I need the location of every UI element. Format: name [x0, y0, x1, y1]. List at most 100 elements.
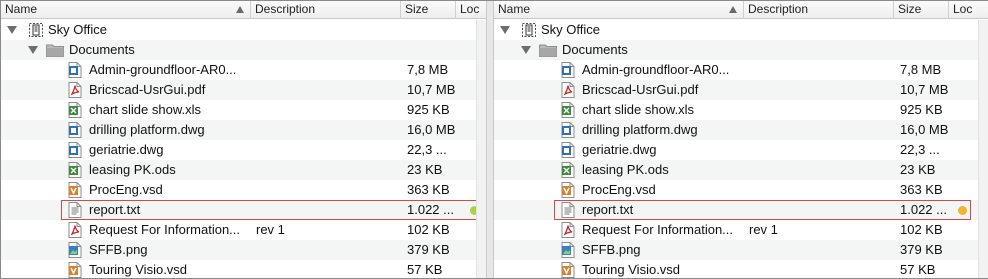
server-icon	[28, 22, 44, 38]
file-size: 22,3 ...	[900, 142, 940, 157]
file-row[interactable]: Request For Information... rev 1 102 KB	[494, 220, 988, 240]
tree-row-folder[interactable]: Documents	[1, 40, 486, 60]
column-header-name[interactable]: Name	[494, 1, 744, 19]
file-row[interactable]: leasing PK.ods 23 KB	[494, 160, 988, 180]
file-size: 102 KB	[900, 222, 943, 237]
disclosure-triangle-icon[interactable]	[500, 26, 510, 34]
file-description	[749, 180, 889, 200]
right-pane[interactable]: Name Description Size Loc Sky Office Docu…	[494, 1, 988, 278]
dwg-file-icon	[561, 122, 575, 138]
tree-row-server[interactable]: Sky Office	[1, 20, 486, 40]
pdf-file-icon	[561, 222, 575, 238]
file-description	[256, 160, 396, 180]
pane-splitter[interactable]	[486, 1, 494, 278]
visio-file-icon	[68, 182, 82, 198]
dwg-file-icon	[68, 62, 82, 78]
file-row[interactable]: ProcEng.vsd 363 KB	[494, 180, 988, 200]
file-name: ProcEng.vsd	[89, 182, 163, 197]
file-row[interactable]: Bricscad-UsrGui.pdf 10,7 MB	[494, 80, 988, 100]
folder-name: Documents	[69, 42, 135, 57]
disclosure-triangle-icon[interactable]	[7, 26, 17, 34]
disclosure-triangle-icon[interactable]	[28, 46, 38, 54]
visio-file-icon	[68, 262, 82, 278]
file-description	[749, 140, 889, 160]
file-description	[749, 100, 889, 120]
spreadsheet-file-icon	[561, 162, 575, 178]
file-name: Touring Visio.vsd	[582, 262, 681, 277]
pdf-file-icon	[68, 222, 82, 238]
tree-row-server[interactable]: Sky Office	[494, 20, 988, 40]
column-header-size[interactable]: Size	[401, 1, 456, 19]
spreadsheet-file-icon	[68, 102, 82, 118]
column-header-location-label: Loc	[953, 2, 973, 16]
file-name: ProcEng.vsd	[582, 182, 656, 197]
column-header-size-label: Size	[405, 2, 429, 16]
column-header-description[interactable]: Description	[744, 1, 894, 19]
file-description	[749, 160, 889, 180]
column-header-description-label: Description	[748, 2, 809, 16]
file-row[interactable]: Touring Visio.vsd 57 KB	[494, 260, 988, 278]
column-header-location[interactable]: Loc	[456, 1, 486, 19]
file-size: 23 KB	[407, 162, 443, 177]
file-row[interactable]: drilling platform.dwg 16,0 MB	[494, 120, 988, 140]
file-size: 22,3 ...	[407, 142, 447, 157]
visio-file-icon	[561, 262, 575, 278]
file-row[interactable]: Touring Visio.vsd 57 KB	[1, 260, 486, 278]
file-description	[256, 60, 396, 80]
file-name: chart slide show.xls	[89, 102, 201, 117]
file-description: rev 1	[256, 222, 285, 237]
column-header-location[interactable]: Loc	[949, 1, 988, 19]
dwg-file-icon	[561, 62, 575, 78]
file-description	[256, 100, 396, 120]
file-row[interactable]: Admin-groundfloor-AR0... 7,8 MB	[494, 60, 988, 80]
file-size: 363 KB	[407, 182, 450, 197]
left-pane[interactable]: Name Description Size Loc Sky Office Docu…	[1, 1, 486, 278]
file-description	[256, 180, 396, 200]
file-description	[749, 80, 889, 100]
file-row[interactable]: drilling platform.dwg 16,0 MB	[1, 120, 486, 140]
sort-ascending-icon	[236, 6, 244, 13]
image-file-icon	[68, 242, 82, 258]
file-size: 925 KB	[407, 102, 450, 117]
file-name: Bricscad-UsrGui.pdf	[582, 82, 699, 97]
column-header-size[interactable]: Size	[894, 1, 949, 19]
file-row[interactable]: Bricscad-UsrGui.pdf 10,7 MB	[1, 80, 486, 100]
tree-row-folder[interactable]: Documents	[494, 40, 988, 60]
file-browser-window: Name Description Size Loc Sky Office Docu…	[0, 0, 988, 279]
file-row[interactable]: ProcEng.vsd 363 KB	[1, 180, 486, 200]
file-row[interactable]: geriatrie.dwg 22,3 ...	[1, 140, 486, 160]
file-row[interactable]: Request For Information... rev 1 102 KB	[1, 220, 486, 240]
column-header-name-label: Name	[5, 2, 38, 16]
disclosure-triangle-icon[interactable]	[521, 46, 531, 54]
file-name: drilling platform.dwg	[582, 122, 698, 137]
file-name: leasing PK.ods	[89, 162, 176, 177]
file-description	[749, 260, 889, 278]
file-row[interactable]: SFFB.png 379 KB	[1, 240, 486, 260]
server-icon	[521, 22, 537, 38]
image-file-icon	[561, 242, 575, 258]
file-description	[256, 80, 396, 100]
file-row[interactable]: leasing PK.ods 23 KB	[1, 160, 486, 180]
column-header-bar: Name Description Size Loc	[1, 1, 486, 19]
file-row[interactable]: geriatrie.dwg 22,3 ...	[494, 140, 988, 160]
file-size: 363 KB	[900, 182, 943, 197]
file-size: 379 KB	[900, 242, 943, 257]
column-header-name[interactable]: Name	[1, 1, 251, 19]
file-row[interactable]: report.txt 1.022 ...	[494, 200, 988, 220]
file-name: Touring Visio.vsd	[89, 262, 188, 277]
vertical-scrollbar[interactable]	[978, 20, 988, 278]
file-row[interactable]: chart slide show.xls 925 KB	[494, 100, 988, 120]
sort-ascending-icon	[729, 6, 737, 13]
file-size: 102 KB	[407, 222, 450, 237]
sync-status-icon	[958, 206, 967, 215]
file-row[interactable]: Admin-groundfloor-AR0... 7,8 MB	[1, 60, 486, 80]
file-description	[749, 60, 889, 80]
file-row[interactable]: chart slide show.xls 925 KB	[1, 100, 486, 120]
file-row[interactable]: SFFB.png 379 KB	[494, 240, 988, 260]
file-name: geriatrie.dwg	[582, 142, 657, 157]
file-size: 925 KB	[900, 102, 943, 117]
column-header-description[interactable]: Description	[251, 1, 401, 19]
file-row[interactable]: report.txt 1.022 ...	[1, 200, 486, 220]
file-name: Bricscad-UsrGui.pdf	[89, 82, 206, 97]
vertical-scrollbar[interactable]	[476, 20, 486, 278]
